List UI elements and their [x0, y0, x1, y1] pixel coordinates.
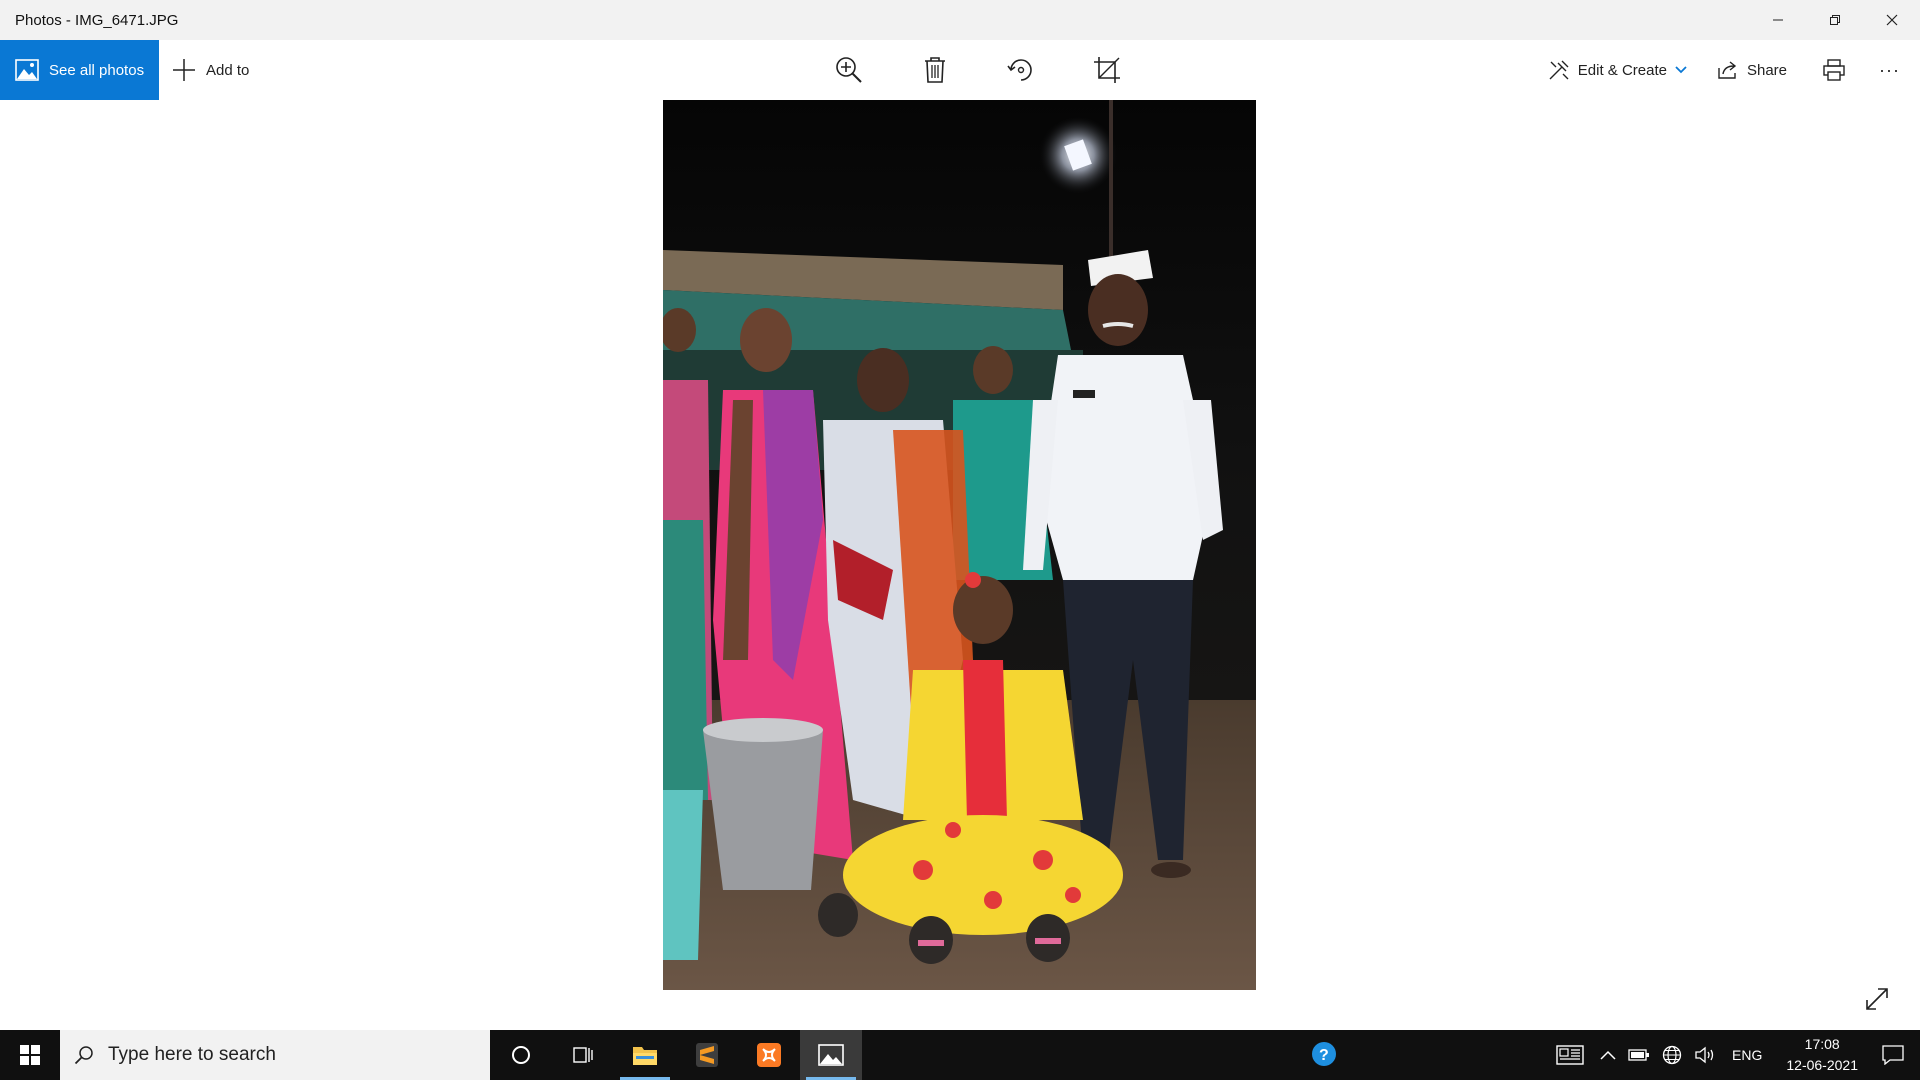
battery-button[interactable]	[1622, 1030, 1656, 1080]
notification-icon	[1882, 1045, 1904, 1065]
xampp-taskbar-button[interactable]	[738, 1030, 800, 1080]
window-title: Photos - IMG_6471.JPG	[15, 11, 179, 29]
share-button[interactable]: Share	[1699, 40, 1799, 100]
volume-button[interactable]	[1688, 1030, 1722, 1080]
add-to-button[interactable]: Add to	[172, 40, 249, 100]
file-explorer-icon	[633, 1047, 657, 1065]
help-icon[interactable]: ?	[1310, 1040, 1340, 1070]
photos-app-window: Photos - IMG_6471.JPG See all photos Add…	[0, 0, 1920, 1080]
xampp-icon	[757, 1043, 781, 1067]
sublime-text-icon	[696, 1043, 718, 1067]
command-bar: See all photos Add to Edit & Create Shar…	[0, 40, 1920, 100]
cortana-icon	[512, 1046, 530, 1064]
plus-icon	[173, 59, 195, 81]
news-button[interactable]	[1546, 1030, 1594, 1080]
print-icon	[1823, 59, 1845, 81]
delete-icon	[925, 57, 945, 83]
share-label: Share	[1746, 61, 1788, 79]
more-options-icon: ···	[1879, 59, 1900, 80]
more-options-button[interactable]: ···	[1869, 40, 1920, 100]
window-controls	[1749, 0, 1920, 40]
network-button[interactable]	[1656, 1030, 1688, 1080]
cortana-button[interactable]	[490, 1030, 552, 1080]
clock-date: 12-06-2021	[1786, 1057, 1858, 1073]
search-placeholder: Type here to search	[108, 1044, 276, 1065]
system-tray: ENG 17:08 12-06-2021	[1546, 1030, 1920, 1080]
search-icon	[74, 1046, 93, 1065]
photo-image	[663, 100, 1256, 990]
delete-button[interactable]	[892, 40, 978, 100]
photos-taskbar-button[interactable]	[800, 1030, 862, 1080]
chevron-up-icon	[1600, 1050, 1616, 1060]
language-indicator: ENG	[1732, 1047, 1763, 1063]
notifications-button[interactable]	[1872, 1030, 1920, 1080]
minimize-button[interactable]	[1749, 0, 1806, 40]
task-view-button[interactable]	[552, 1030, 614, 1080]
task-view-icon	[573, 1047, 593, 1063]
edit-create-label: Edit & Create	[1577, 61, 1667, 79]
minimize-icon	[1772, 19, 1783, 21]
windows-logo-icon	[20, 1045, 40, 1065]
start-button[interactable]	[0, 1030, 60, 1080]
right-toolbar: Edit & Create Share ···	[1536, 40, 1920, 100]
gallery-icon	[15, 59, 39, 81]
photo-canvas[interactable]	[0, 100, 1920, 1030]
rotate-button[interactable]	[978, 40, 1064, 100]
svg-text:?: ?	[1319, 1047, 1329, 1064]
sublime-text-taskbar-button[interactable]	[676, 1030, 738, 1080]
close-icon	[1886, 14, 1897, 26]
restore-button[interactable]	[1806, 0, 1863, 40]
zoom-icon	[836, 57, 862, 83]
news-icon	[1556, 1045, 1584, 1065]
clock-time: 17:08	[1804, 1036, 1840, 1052]
fullscreen-button[interactable]	[1862, 984, 1892, 1014]
image-tools	[806, 40, 1150, 100]
photos-icon	[818, 1044, 844, 1066]
speaker-icon	[1695, 1046, 1714, 1064]
add-to-label: Add to	[206, 61, 250, 79]
see-all-photos-button[interactable]: See all photos	[0, 40, 159, 100]
file-explorer-taskbar-button[interactable]	[614, 1030, 676, 1080]
see-all-photos-label: See all photos	[49, 61, 145, 79]
taskbar: Type here to search ? ENG 17:08 12-06-20…	[0, 1030, 1920, 1080]
edit-create-button[interactable]: Edit & Create	[1536, 40, 1699, 100]
chevron-down-icon	[1675, 66, 1687, 74]
show-hidden-icons-button[interactable]	[1594, 1030, 1622, 1080]
expand-icon	[1866, 988, 1888, 1010]
clock-button[interactable]: 17:08 12-06-2021	[1772, 1034, 1872, 1076]
title-bar: Photos - IMG_6471.JPG	[0, 0, 1920, 40]
restore-icon	[1829, 15, 1840, 25]
zoom-button[interactable]	[806, 40, 892, 100]
battery-icon	[1628, 1049, 1650, 1061]
close-button[interactable]	[1863, 0, 1920, 40]
globe-icon	[1662, 1045, 1682, 1065]
crop-button[interactable]	[1064, 40, 1150, 100]
share-icon	[1718, 61, 1737, 79]
edit-create-icon	[1549, 60, 1569, 80]
taskbar-search-box[interactable]: Type here to search	[60, 1030, 490, 1080]
displayed-photo[interactable]	[663, 100, 1256, 990]
help-tray-area: ?	[1310, 1030, 1340, 1080]
input-language-button[interactable]: ENG	[1722, 1030, 1772, 1080]
rotate-icon	[1007, 59, 1032, 81]
crop-icon	[1094, 57, 1120, 83]
print-button[interactable]	[1799, 40, 1869, 100]
